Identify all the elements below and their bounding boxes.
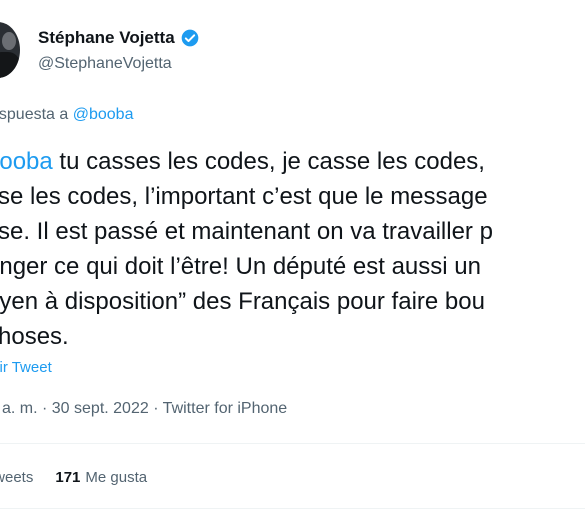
avatar-body bbox=[0, 52, 20, 78]
tweet-text: booba tu casses les codes, je casse les … bbox=[0, 144, 585, 354]
likes-label: Me gusta bbox=[85, 469, 148, 486]
tweet-line-6: choses. bbox=[0, 323, 69, 350]
tweet-line-5: oyen à disposition” des Français pour fa… bbox=[0, 288, 485, 315]
divider bbox=[0, 508, 585, 509]
tweet-line-1: booba tu casses les codes, je casse les … bbox=[0, 144, 585, 179]
tweet-line-3: sse. Il est passé et maintenant on va tr… bbox=[0, 218, 493, 245]
author-name-row: Stéphane Vojetta bbox=[38, 28, 200, 48]
tweet-line-2: sse les codes, l’important c’est que le … bbox=[0, 183, 488, 210]
translate-tweet-link[interactable]: cir Tweet bbox=[0, 359, 52, 376]
likes-count: 171 bbox=[55, 469, 81, 486]
retweets-stat[interactable]: tweets bbox=[0, 469, 33, 486]
divider bbox=[0, 443, 585, 444]
author-name[interactable]: Stéphane Vojetta bbox=[38, 28, 175, 48]
author-handle[interactable]: @StephaneVojetta bbox=[38, 55, 172, 73]
tweet-line-1-text: tu casses les codes, je casse les codes, bbox=[52, 148, 485, 175]
reply-context: espuesta a @booba bbox=[0, 106, 133, 124]
likes-stat[interactable]: 171 Me gusta bbox=[55, 469, 147, 486]
tweet-mention-link[interactable]: booba bbox=[0, 148, 53, 175]
avatar[interactable] bbox=[0, 22, 20, 78]
tweet-line-4: anger ce qui doit l’être! Un député est … bbox=[0, 253, 481, 280]
engagement-stats: tweets 171Me gusta bbox=[0, 469, 147, 486]
reply-prefix: espuesta a bbox=[0, 106, 69, 123]
avatar-face bbox=[2, 32, 16, 50]
retweets-label: tweets bbox=[0, 469, 34, 486]
tweet-timestamp-source[interactable]: l a. m. · 30 sept. 2022 · Twitter for iP… bbox=[0, 400, 287, 418]
verified-badge-icon bbox=[181, 29, 198, 47]
reply-mention-link[interactable]: @booba bbox=[73, 106, 134, 123]
